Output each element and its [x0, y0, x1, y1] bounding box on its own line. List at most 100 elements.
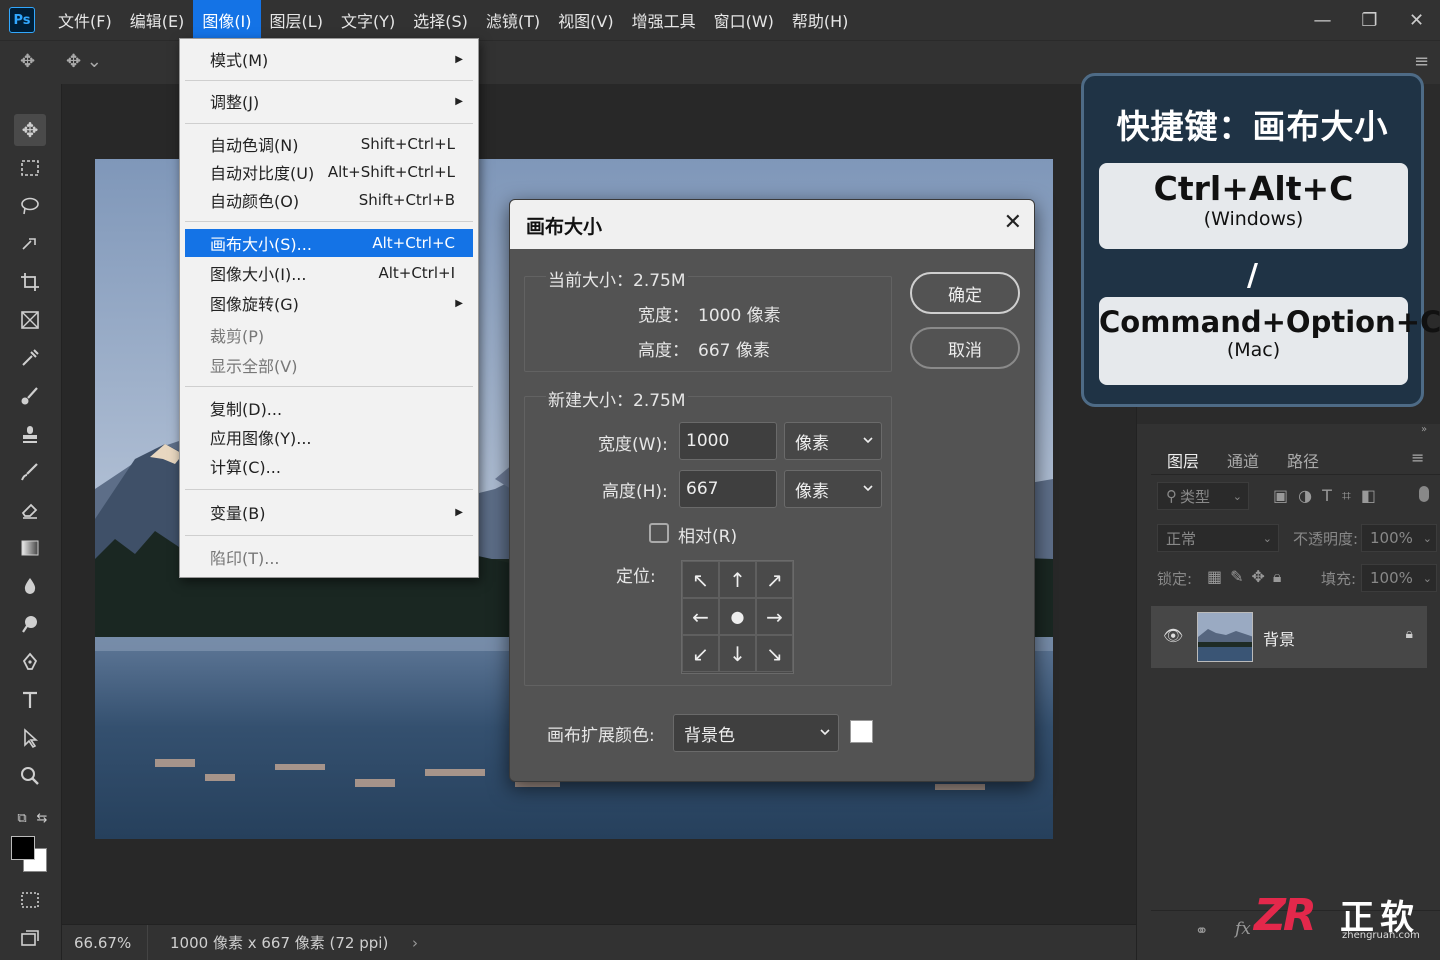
brush-tool-icon[interactable]	[14, 380, 46, 412]
anchor-left-arrow-icon[interactable]: ←	[682, 598, 719, 635]
dodge-tool-icon[interactable]	[14, 608, 46, 640]
crop-tool-icon[interactable]	[14, 266, 46, 298]
ok-button[interactable]: 确定	[910, 272, 1020, 314]
visibility-eye-icon[interactable]: 👁︎	[1163, 626, 1183, 645]
anchor-top-left-arrow-icon[interactable]: ↖	[682, 561, 719, 598]
layer-filter-icons[interactable]: ▣◑T⌗◧	[1273, 486, 1386, 506]
zoom-tool-icon[interactable]	[14, 760, 46, 792]
tab-paths[interactable]: 路径	[1287, 448, 1319, 472]
menu-item-calculations[interactable]: 计算(C)...	[185, 452, 473, 480]
menu-item-image-size[interactable]: 图像大小(I)... Alt+Ctrl+I	[185, 259, 473, 287]
menu-image[interactable]: 图像(I)	[193, 0, 261, 40]
layers-menu-icon[interactable]: ≡	[1411, 448, 1424, 467]
anchor-top-arrow-icon[interactable]: ↑	[719, 561, 756, 598]
eraser-tool-icon[interactable]	[14, 494, 46, 526]
layer-filter-label: 类型	[1180, 487, 1211, 506]
tab-channels[interactable]: 通道	[1227, 448, 1259, 472]
move-tool-preset-icon[interactable]: ✥	[20, 51, 35, 72]
lasso-tool-icon[interactable]	[14, 190, 46, 222]
close-icon[interactable]: ✕	[1004, 210, 1022, 235]
shortcut-separator: /	[1247, 258, 1258, 293]
menu-item-apply-image[interactable]: 应用图像(Y)...	[185, 423, 473, 451]
menu-type[interactable]: 文字(Y)	[332, 0, 404, 40]
width-input[interactable]: 1000	[679, 422, 777, 460]
path-selection-tool-icon[interactable]	[14, 722, 46, 754]
tool-preset-picker-icon[interactable]: ✥ ⌄	[66, 51, 102, 72]
clone-stamp-tool-icon[interactable]	[14, 418, 46, 450]
extension-color-swatch[interactable]	[850, 720, 873, 743]
menu-separator	[185, 386, 473, 387]
menu-file[interactable]: 文件(F)	[49, 0, 121, 40]
restore-icon[interactable]: ❐	[1346, 0, 1393, 40]
move-tool-icon[interactable]: ✥	[14, 114, 46, 146]
status-bar: 66.67% 1000 像素 x 667 像素 (72 ppi) ›	[62, 924, 1136, 960]
menu-layer[interactable]: 图层(L)	[261, 0, 332, 40]
menu-view[interactable]: 视图(V)	[549, 0, 622, 40]
extension-color-select[interactable]: 背景色	[673, 714, 839, 752]
menu-item-canvas-size[interactable]: 画布大小(S)... Alt+Ctrl+C	[185, 229, 473, 257]
quick-selection-tool-icon[interactable]	[14, 228, 46, 260]
document-info: 1000 像素 x 667 像素 (72 ppi)	[170, 934, 389, 952]
anchor-grid[interactable]: ↖ ↑ ↗ ← ● → ↙ ↓ ↘	[681, 560, 794, 674]
menu-item-adjustments[interactable]: 调整(J) ▶	[185, 87, 473, 115]
marquee-tool-icon[interactable]	[14, 152, 46, 184]
eyedropper-tool-icon[interactable]	[14, 342, 46, 374]
menu-help[interactable]: 帮助(H)	[783, 0, 858, 40]
width-unit-select[interactable]: 像素	[784, 422, 882, 460]
pen-tool-icon[interactable]	[14, 646, 46, 678]
blur-tool-icon[interactable]	[14, 570, 46, 602]
history-brush-tool-icon[interactable]	[14, 456, 46, 488]
foreground-color-swatch[interactable]	[11, 836, 35, 860]
menu-edit[interactable]: 编辑(E)	[121, 0, 194, 40]
chevron-down-icon: ⌄	[1422, 531, 1432, 545]
menu-window[interactable]: 窗口(W)	[705, 0, 783, 40]
opacity-input[interactable]: 100% ⌄	[1361, 524, 1437, 552]
menu-item-image-rotation[interactable]: 图像旋转(G) ▶	[185, 289, 473, 317]
menu-item-label: 显示全部(V)	[210, 357, 298, 376]
layer-filter-select[interactable]: ⚲ 类型 ⌄	[1157, 482, 1249, 510]
anchor-bottom-right-arrow-icon[interactable]: ↘	[756, 635, 793, 672]
minimize-icon[interactable]: —	[1299, 0, 1346, 40]
tab-layers[interactable]: 图层	[1167, 448, 1199, 472]
close-window-icon[interactable]: ✕	[1393, 0, 1440, 40]
swap-colors-icon[interactable]: ⇆	[26, 802, 58, 834]
anchor-bottom-left-arrow-icon[interactable]: ↙	[682, 635, 719, 672]
blend-mode-select[interactable]: 正常 ⌄	[1157, 524, 1279, 552]
shortcut-title: 快捷键：画布大小	[1116, 107, 1389, 146]
panel-menu-icon[interactable]: ≡	[1414, 51, 1429, 72]
lock-icons[interactable]: ▦✎✥🔒︎	[1207, 567, 1289, 587]
menu-select[interactable]: 选择(S)	[404, 0, 477, 40]
height-input[interactable]: 667	[679, 470, 777, 508]
layer-name[interactable]: 背景	[1263, 626, 1295, 650]
anchor-center-dot-icon[interactable]: ●	[719, 598, 756, 635]
zoom-level[interactable]: 66.67%	[62, 924, 148, 960]
frame-tool-icon[interactable]	[14, 304, 46, 336]
cancel-button[interactable]: 取消	[910, 327, 1020, 369]
menu-enhance-tools[interactable]: 增强工具	[623, 0, 705, 40]
menu-item-auto-contrast[interactable]: 自动对比度(U) Alt+Shift+Ctrl+L	[185, 158, 473, 186]
anchor-top-right-arrow-icon[interactable]: ↗	[756, 561, 793, 598]
anchor-bottom-arrow-icon[interactable]: ↓	[719, 635, 756, 672]
menu-item-mode[interactable]: 模式(M) ▶	[185, 45, 473, 73]
fill-input[interactable]: 100% ⌄	[1361, 564, 1437, 592]
menu-item-variables[interactable]: 变量(B) ▶	[185, 498, 473, 526]
menu-item-auto-tone[interactable]: 自动色调(N) Shift+Ctrl+L	[185, 130, 473, 158]
screen-mode-icon[interactable]	[14, 922, 46, 954]
menu-item-auto-color[interactable]: 自动颜色(O) Shift+Ctrl+B	[185, 186, 473, 214]
layer-row[interactable]: 👁︎ 背景 🔒︎	[1151, 606, 1427, 668]
gradient-tool-icon[interactable]	[14, 532, 46, 564]
relative-label[interactable]: 相对(R)	[678, 522, 737, 547]
height-unit-select[interactable]: 像素	[784, 470, 882, 508]
menu-item-duplicate[interactable]: 复制(D)...	[185, 394, 473, 422]
anchor-right-arrow-icon[interactable]: →	[756, 598, 793, 635]
menu-item-label: 模式(M)	[210, 51, 269, 70]
chevron-right-icon[interactable]: ›	[412, 934, 418, 952]
type-tool-icon[interactable]	[14, 684, 46, 716]
quick-mask-icon[interactable]	[14, 884, 46, 916]
relative-checkbox[interactable]	[649, 523, 669, 543]
menu-filter[interactable]: 滤镜(T)	[477, 0, 549, 40]
link-layers-icon[interactable]: ⚭	[1195, 921, 1208, 940]
filter-toggle-icon[interactable]	[1419, 486, 1429, 502]
current-height-value: 667 像素	[698, 341, 770, 361]
fx-icon[interactable]: fx	[1235, 919, 1251, 939]
